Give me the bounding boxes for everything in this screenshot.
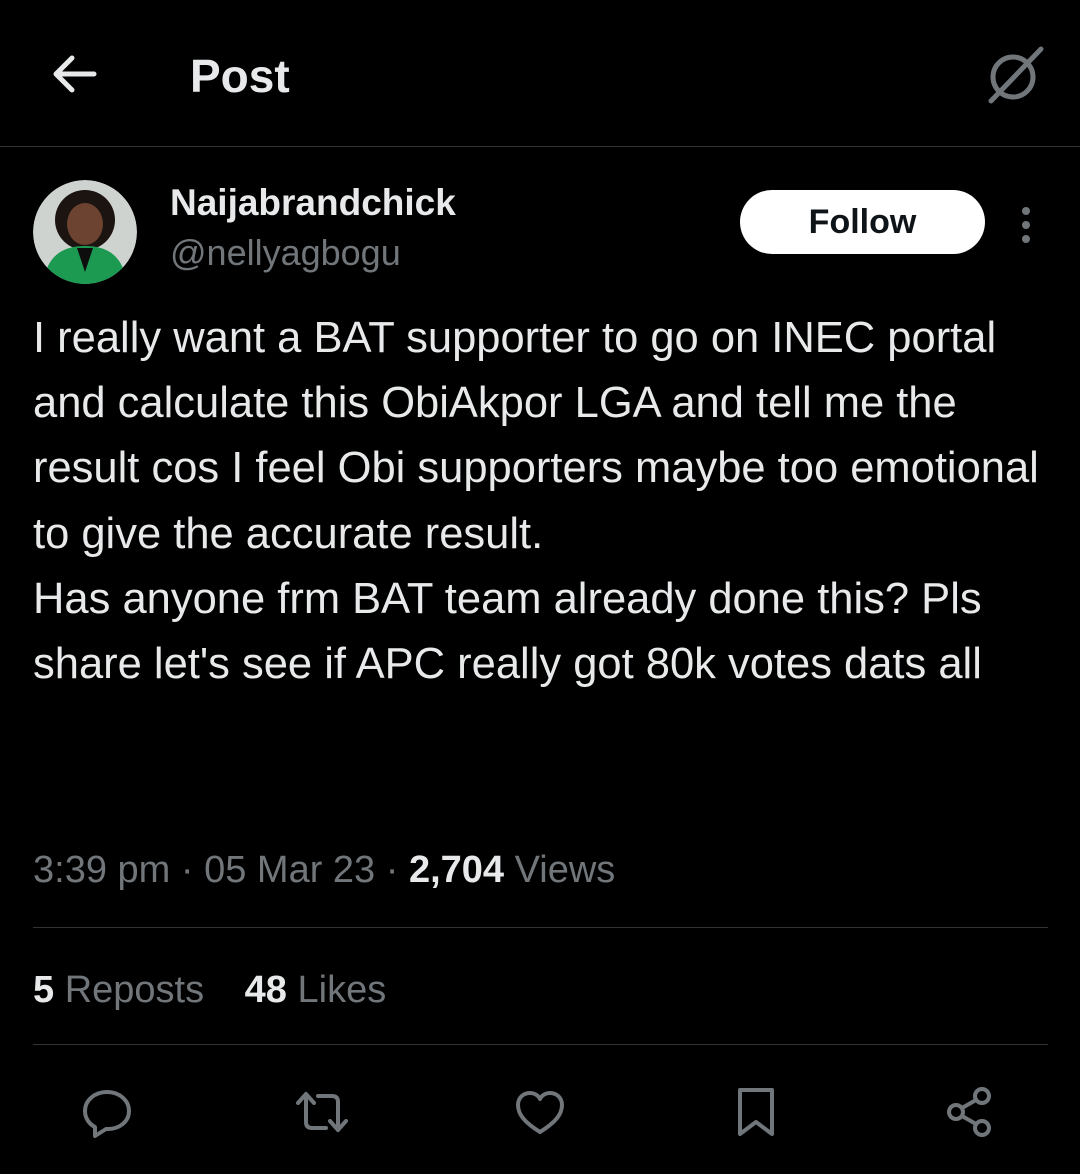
reply-button[interactable] <box>75 1080 139 1144</box>
meta-separator: · <box>180 849 194 891</box>
avatar[interactable] <box>33 180 137 284</box>
action-bar <box>0 1070 1080 1150</box>
arrow-left-icon <box>50 54 98 94</box>
follow-button[interactable]: Follow <box>740 190 985 254</box>
divider <box>33 927 1048 928</box>
back-button[interactable] <box>44 44 104 104</box>
post-time[interactable]: 3:39 pm <box>33 849 170 891</box>
top-bar: Post <box>0 0 1080 147</box>
author-row: Naijabrandchick @nellyagbogu Follow <box>0 170 1080 290</box>
like-button[interactable] <box>508 1080 572 1144</box>
post-meta: 3:39 pm · 05 Mar 23 · 2,704 Views <box>33 842 615 898</box>
author-display-name[interactable]: Naijabrandchick <box>170 180 456 226</box>
likes-count: 48 <box>244 969 287 1011</box>
more-vertical-icon <box>1020 205 1032 245</box>
repost-button[interactable] <box>290 1080 354 1144</box>
post-stats: 5 Reposts 48 Likes <box>33 962 416 1018</box>
likes-stat[interactable]: 48 Likes <box>245 962 387 1018</box>
reposts-stat[interactable]: 5 Reposts <box>33 962 204 1018</box>
post-text: I really want a BAT supporter to go on I… <box>33 314 1039 689</box>
bookmark-button[interactable] <box>724 1080 788 1144</box>
author-handle[interactable]: @nellyagbogu <box>170 230 401 276</box>
like-icon <box>512 1084 568 1140</box>
meta-separator: · <box>385 849 399 891</box>
divider <box>33 1044 1048 1045</box>
post-date[interactable]: 05 Mar 23 <box>204 849 375 891</box>
views-count: 2,704 <box>408 849 505 891</box>
repost-icon <box>292 1084 352 1140</box>
likes-label: Likes <box>297 969 387 1011</box>
views-label: Views <box>514 849 616 891</box>
reposts-label: Reposts <box>64 969 205 1011</box>
more-options-button[interactable] <box>1008 200 1044 250</box>
reply-icon <box>79 1084 135 1140</box>
reposts-count: 5 <box>33 969 55 1011</box>
grok-button[interactable] <box>980 40 1050 110</box>
bookmark-icon <box>732 1084 780 1140</box>
page-title: Post <box>190 50 290 102</box>
share-button[interactable] <box>938 1080 1002 1144</box>
share-icon <box>942 1084 998 1140</box>
grok-icon <box>983 43 1047 107</box>
